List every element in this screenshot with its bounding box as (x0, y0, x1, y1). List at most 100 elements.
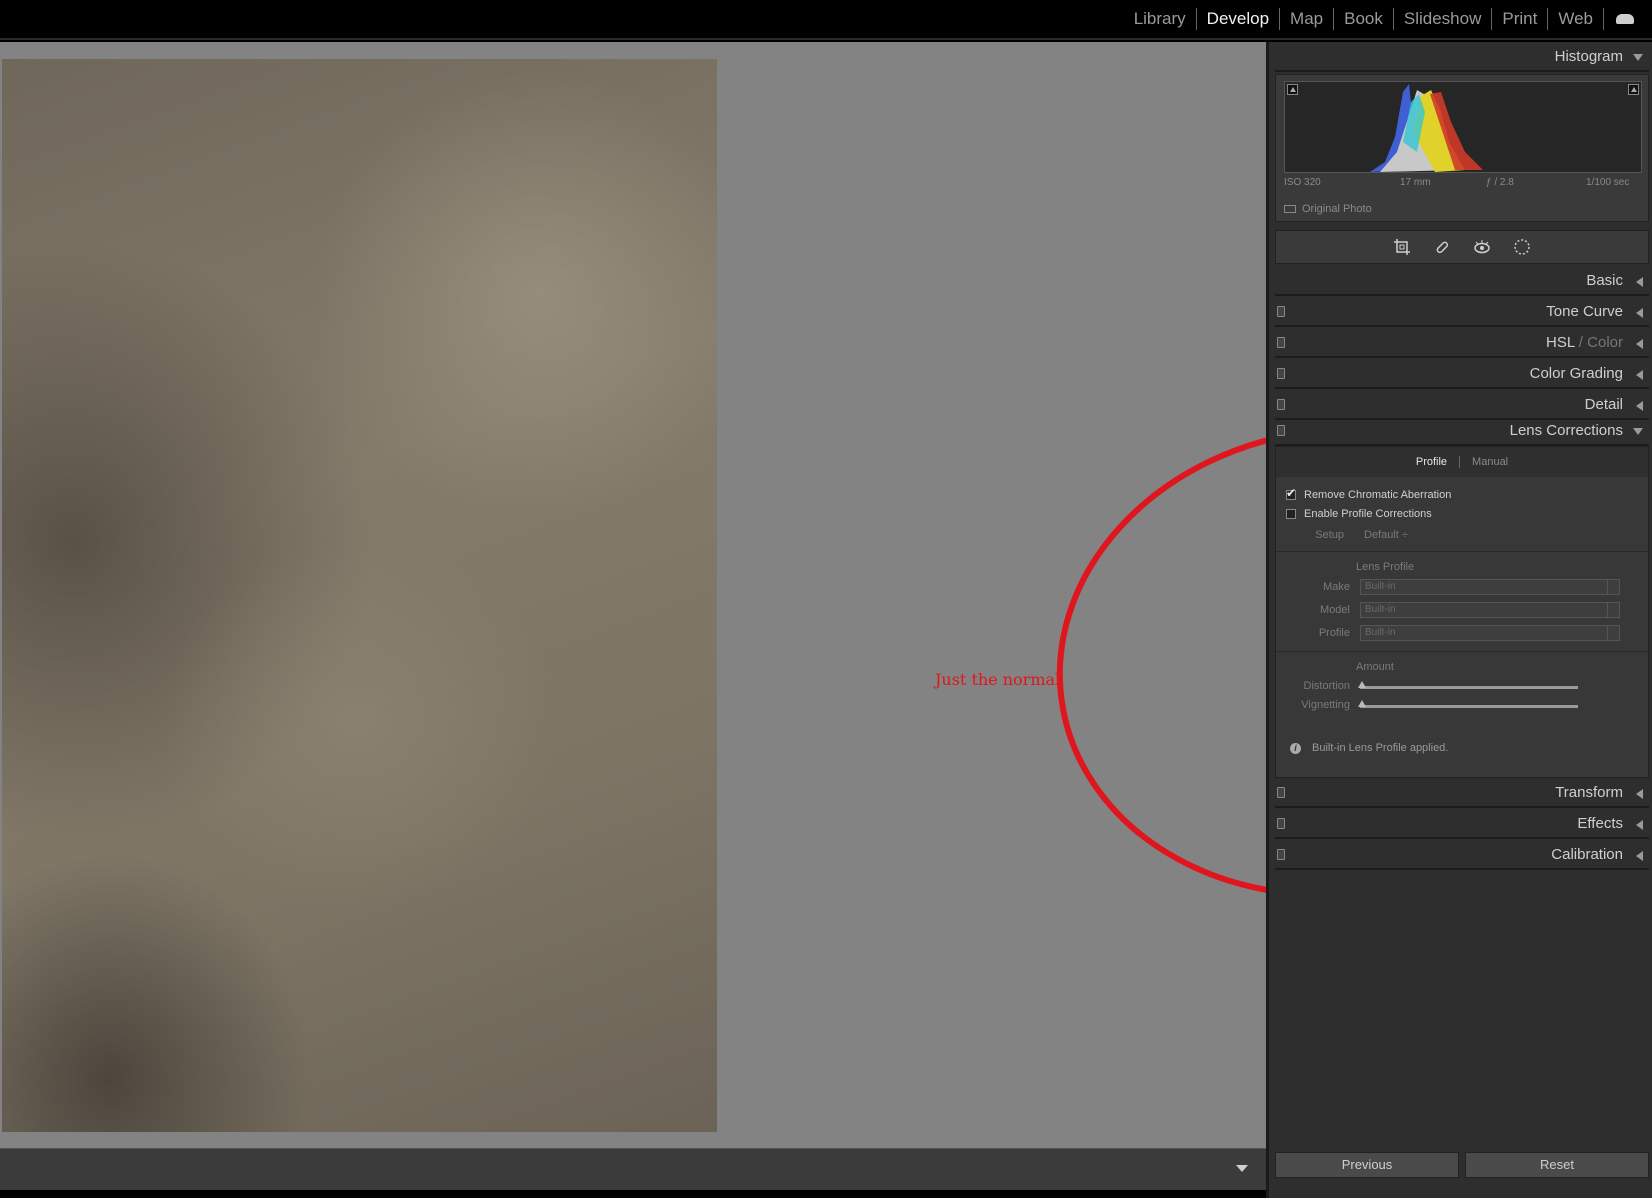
exif-iso: ISO 320 (1284, 177, 1321, 188)
info-icon: i (1290, 743, 1301, 754)
module-print[interactable]: Print (1492, 8, 1549, 30)
module-library[interactable]: Library (1124, 8, 1197, 30)
basic-header[interactable]: Basic (1275, 266, 1649, 296)
healing-brush-icon[interactable] (1433, 238, 1451, 256)
crop-icon[interactable] (1393, 238, 1411, 256)
model-select[interactable]: Built-in (1360, 602, 1620, 618)
transform-header[interactable]: Transform (1275, 778, 1649, 808)
vignetting-slider-thumb[interactable] (1358, 700, 1366, 707)
make-value: Built-in (1365, 581, 1396, 592)
expand-triangle-icon[interactable] (1636, 820, 1643, 830)
module-develop[interactable]: Develop (1197, 8, 1281, 30)
remove-ca-checkbox[interactable] (1286, 486, 1296, 500)
histogram-curves (1370, 84, 1483, 172)
color-tab[interactable]: Color (1587, 334, 1623, 351)
enable-profile-label: Enable Profile Corrections (1304, 508, 1432, 520)
enable-profile-checkbox[interactable] (1286, 509, 1296, 519)
lens-corrections-header[interactable]: Lens Corrections (1275, 416, 1649, 446)
tab-profile[interactable]: Profile (1404, 456, 1461, 468)
effects-title: Effects (1577, 815, 1623, 832)
stepper-icon (1607, 580, 1619, 594)
remove-ca-label: Remove Chromatic Aberration (1304, 489, 1452, 501)
lens-corrections-title: Lens Corrections (1509, 422, 1623, 439)
hsl-header[interactable]: HSL / Color (1275, 328, 1649, 358)
exif-focal: 17 mm (1400, 177, 1431, 188)
distortion-slider[interactable] (1360, 686, 1578, 689)
exif-aperture: ƒ / 2.8 (1486, 177, 1514, 188)
tone-curve-header[interactable]: Tone Curve (1275, 297, 1649, 327)
divider (1276, 551, 1648, 552)
panel-switch-icon[interactable] (1277, 306, 1285, 317)
histogram-header[interactable]: Histogram (1275, 42, 1649, 72)
lens-corrections-body: Profile Manual Remove Chromatic Aberrati… (1275, 446, 1649, 778)
collapse-triangle-icon[interactable] (1633, 54, 1643, 61)
panel-switch-icon[interactable] (1277, 849, 1285, 860)
bottom-buttons: Previous Reset (1275, 1152, 1649, 1178)
distortion-slider-thumb[interactable] (1358, 681, 1366, 688)
vignetting-slider[interactable] (1360, 705, 1578, 708)
make-label: Make (1323, 581, 1350, 593)
module-book[interactable]: Book (1334, 8, 1394, 30)
annotation-ellipse (1056, 425, 1266, 899)
panel-switch-icon[interactable] (1277, 337, 1285, 348)
reset-button[interactable]: Reset (1465, 1152, 1649, 1178)
previous-button[interactable]: Previous (1275, 1152, 1459, 1178)
setup-dropdown[interactable]: Default ÷ (1364, 529, 1408, 541)
module-map[interactable]: Map (1280, 8, 1335, 30)
distortion-label: Distortion (1303, 680, 1350, 692)
profile-select[interactable]: Built-in (1360, 625, 1620, 641)
hsl-title: HSL / Color (1546, 334, 1623, 351)
model-value: Built-in (1365, 604, 1396, 615)
calibration-title: Calibration (1551, 846, 1623, 863)
enable-profile-row[interactable]: Enable Profile Corrections (1286, 508, 1432, 520)
module-web[interactable]: Web (1548, 8, 1604, 30)
basic-title: Basic (1586, 272, 1623, 289)
histogram-box: ISO 320 17 mm ƒ / 2.8 1/100 sec Original… (1275, 74, 1649, 222)
color-grading-title: Color Grading (1529, 365, 1623, 382)
panel-switch-icon[interactable] (1277, 399, 1285, 410)
lens-profile-heading: Lens Profile (1356, 561, 1415, 573)
masking-icon[interactable] (1513, 238, 1531, 256)
tab-manual[interactable]: Manual (1460, 456, 1520, 468)
image-canvas[interactable]: Just the normal (0, 42, 1266, 1148)
hsl-tab[interactable]: HSL (1546, 334, 1575, 351)
remove-ca-row[interactable]: Remove Chromatic Aberration (1286, 486, 1452, 501)
expand-triangle-icon[interactable] (1636, 339, 1643, 349)
expand-triangle-icon[interactable] (1636, 277, 1643, 287)
vignetting-label: Vignetting (1301, 699, 1350, 711)
detail-title: Detail (1584, 396, 1623, 413)
color-grading-header[interactable]: Color Grading (1275, 359, 1649, 389)
cloud-icon[interactable] (1616, 14, 1634, 24)
expand-triangle-icon[interactable] (1636, 851, 1643, 861)
histogram-graph[interactable] (1284, 81, 1642, 173)
module-slideshow[interactable]: Slideshow (1394, 8, 1493, 30)
panel-switch-icon[interactable] (1277, 818, 1285, 829)
calibration-header[interactable]: Calibration (1275, 840, 1649, 870)
original-photo-label: Original Photo (1302, 203, 1372, 215)
chevron-down-icon[interactable] (1236, 1165, 1248, 1172)
right-panel: Histogram ISO 320 17 mm ƒ / 2.8 1/100 se… (1266, 42, 1652, 1198)
lens-tabs: Profile Manual (1276, 447, 1648, 477)
stepper-icon (1607, 603, 1619, 617)
panel-switch-icon[interactable] (1277, 368, 1285, 379)
collapse-triangle-icon[interactable] (1633, 428, 1643, 435)
profile-value: Built-in (1365, 627, 1396, 638)
expand-triangle-icon[interactable] (1636, 789, 1643, 799)
expand-triangle-icon[interactable] (1636, 401, 1643, 411)
checkbox-icon[interactable] (1284, 205, 1296, 213)
make-select[interactable]: Built-in (1360, 579, 1620, 595)
setup-label: Setup (1315, 529, 1344, 541)
tool-strip (1275, 230, 1649, 264)
original-photo-toggle[interactable]: Original Photo (1284, 203, 1372, 215)
module-picker: Library Develop Map Book Slideshow Print… (0, 0, 1652, 40)
annotation-text: Just the normal (935, 670, 1061, 689)
effects-header[interactable]: Effects (1275, 809, 1649, 839)
expand-triangle-icon[interactable] (1636, 308, 1643, 318)
panel-switch-icon[interactable] (1277, 425, 1285, 436)
red-eye-icon[interactable] (1473, 238, 1491, 256)
tone-curve-title: Tone Curve (1546, 303, 1623, 320)
panel-switch-icon[interactable] (1277, 787, 1285, 798)
stepper-icon (1607, 626, 1619, 640)
expand-triangle-icon[interactable] (1636, 370, 1643, 380)
amount-heading: Amount (1356, 661, 1394, 673)
